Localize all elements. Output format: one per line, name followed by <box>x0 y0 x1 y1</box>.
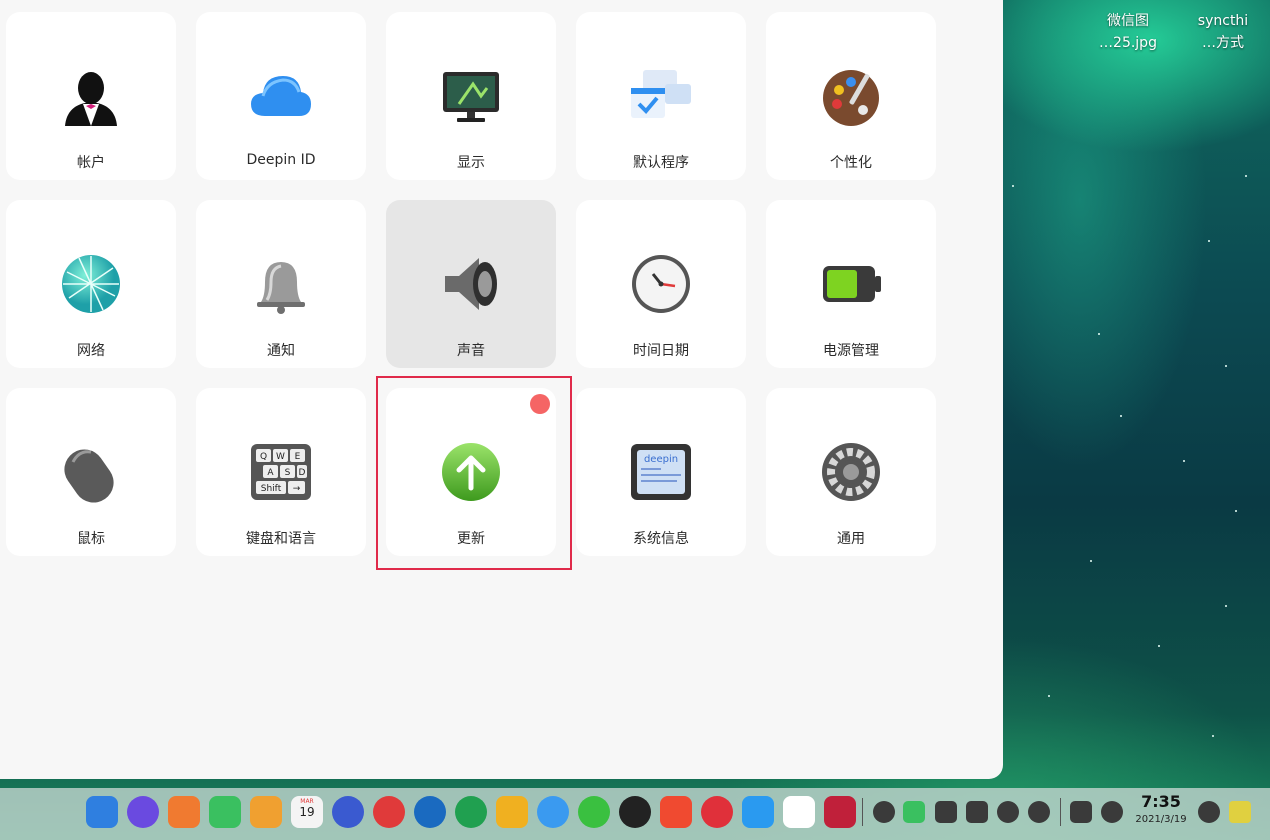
cloud-icon <box>251 76 311 116</box>
tile-label: 网络 <box>77 343 105 359</box>
tile-sound[interactable]: 声音 <box>386 200 556 368</box>
tile-label: 电源管理 <box>823 343 879 359</box>
desktop-file-syncthing-shortcut[interactable]: syncthi …方式 <box>1188 10 1258 54</box>
clock-time[interactable]: 7:35 <box>1136 792 1186 811</box>
bell-icon <box>257 262 305 314</box>
tile-network[interactable]: 网络 <box>6 200 176 368</box>
tile-label: 时间日期 <box>633 343 689 359</box>
account-icon <box>65 72 117 126</box>
tile-label: 键盘和语言 <box>246 531 316 547</box>
image-viewer-icon[interactable] <box>250 796 282 828</box>
netease-music-icon[interactable] <box>701 796 733 828</box>
qq-icon[interactable] <box>619 796 651 828</box>
desktop-file-wechat-image[interactable]: 微信图 …25.jpg <box>1093 10 1163 54</box>
tile-label: 帐户 <box>77 155 105 171</box>
tray-keyboard-icon[interactable] <box>935 801 957 823</box>
taskbar: MAR 19 7:35 2021/3/19 <box>0 788 1270 840</box>
deepin-logo-text: deepin <box>644 454 678 465</box>
video-player-icon[interactable] <box>660 796 692 828</box>
virtualbox-icon[interactable] <box>496 796 528 828</box>
terminal-icon[interactable] <box>824 796 856 828</box>
tile-power[interactable]: 电源管理 <box>766 200 936 368</box>
speaker-icon <box>445 258 497 310</box>
baidu-netdisk-icon[interactable] <box>783 796 815 828</box>
control-center-icon[interactable] <box>332 796 364 828</box>
tray-music-icon[interactable] <box>903 801 925 823</box>
tray-app-icon[interactable] <box>873 801 895 823</box>
notification-bell-icon[interactable] <box>1198 801 1220 823</box>
tile-label: 个性化 <box>830 155 872 171</box>
tile-label: 声音 <box>457 343 485 359</box>
tile-display[interactable]: 显示 <box>386 12 556 180</box>
key-q: Q <box>260 452 267 462</box>
battery-icon <box>823 266 881 302</box>
app-store-icon[interactable] <box>168 796 200 828</box>
tile-default-apps[interactable]: 默认程序 <box>576 12 746 180</box>
calendar-icon[interactable]: MAR 19 <box>291 796 323 828</box>
clock-icon <box>632 255 690 313</box>
tile-label: 通知 <box>267 343 295 359</box>
key-e: E <box>295 452 301 462</box>
display-icon <box>443 72 499 122</box>
desktop-file-name-line2: …方式 <box>1202 35 1244 51</box>
tile-notification[interactable]: 通知 <box>196 200 366 368</box>
tile-label: 系统信息 <box>633 531 689 547</box>
onscreen-keyboard-icon[interactable] <box>1070 801 1092 823</box>
alarm-icon[interactable] <box>742 796 774 828</box>
tile-personalization[interactable]: 个性化 <box>766 12 936 180</box>
selection-highlight-box <box>376 376 572 570</box>
key-arrow: → <box>293 484 301 494</box>
desktop-file-name-line1: syncthi <box>1197 13 1249 29</box>
tile-label: 默认程序 <box>633 155 689 171</box>
tile-account[interactable]: 帐户 <box>6 12 176 180</box>
keyboard-icon: Q W E A S D Shift → <box>251 444 311 500</box>
clock-date[interactable]: 2021/3/19 <box>1131 814 1191 825</box>
default-apps-icon <box>631 70 691 118</box>
firefox-icon[interactable] <box>414 796 446 828</box>
music-icon[interactable] <box>209 796 241 828</box>
mouse-icon <box>64 449 114 503</box>
tile-label: Deepin ID <box>246 152 316 168</box>
key-shift: Shift <box>261 484 282 494</box>
tile-keyboard-language[interactable]: Q W E A S D Shift → 键盘和语言 <box>196 388 366 556</box>
tray-wifi-icon[interactable] <box>997 801 1019 823</box>
trash-icon[interactable] <box>1229 801 1251 823</box>
network-globe-icon <box>62 255 120 313</box>
edge-icon[interactable] <box>455 796 487 828</box>
file-manager-icon[interactable] <box>86 796 118 828</box>
tray-expand-chevron-icon[interactable] <box>1028 801 1050 823</box>
browser-icon[interactable] <box>127 796 159 828</box>
tile-label: 显示 <box>457 155 485 171</box>
control-center-window: 帐户 Deepin ID 显示 默认程序 个性化 网络 通知 声音 时间日期 电… <box>0 0 1003 779</box>
key-d: D <box>299 468 306 478</box>
tray-volume-icon[interactable] <box>966 801 988 823</box>
chrome-icon[interactable] <box>373 796 405 828</box>
power-icon[interactable] <box>1101 801 1123 823</box>
desktop-file-name-line2: …25.jpg <box>1099 35 1157 51</box>
tile-label: 通用 <box>837 531 865 547</box>
calendar-month: MAR <box>300 798 314 805</box>
wechat-icon[interactable] <box>578 796 610 828</box>
system-info-icon: deepin <box>631 444 691 500</box>
tile-deepin-id[interactable]: Deepin ID <box>196 12 366 180</box>
taskbar-separator <box>1060 798 1061 826</box>
key-s: S <box>285 468 291 478</box>
tile-label: 鼠标 <box>77 531 105 547</box>
key-a: A <box>267 468 274 478</box>
tile-general[interactable]: 通用 <box>766 388 936 556</box>
key-w: W <box>276 452 285 462</box>
taskbar-separator <box>862 798 863 826</box>
tile-datetime[interactable]: 时间日期 <box>576 200 746 368</box>
desktop-file-name-line1: 微信图 <box>1107 13 1149 29</box>
palette-icon <box>823 70 879 126</box>
gear-icon <box>822 443 880 501</box>
tile-system-info[interactable]: deepin 系统信息 <box>576 388 746 556</box>
tile-mouse[interactable]: 鼠标 <box>6 388 176 556</box>
calendar-day: 19 <box>299 805 315 819</box>
chat-icon[interactable] <box>537 796 569 828</box>
